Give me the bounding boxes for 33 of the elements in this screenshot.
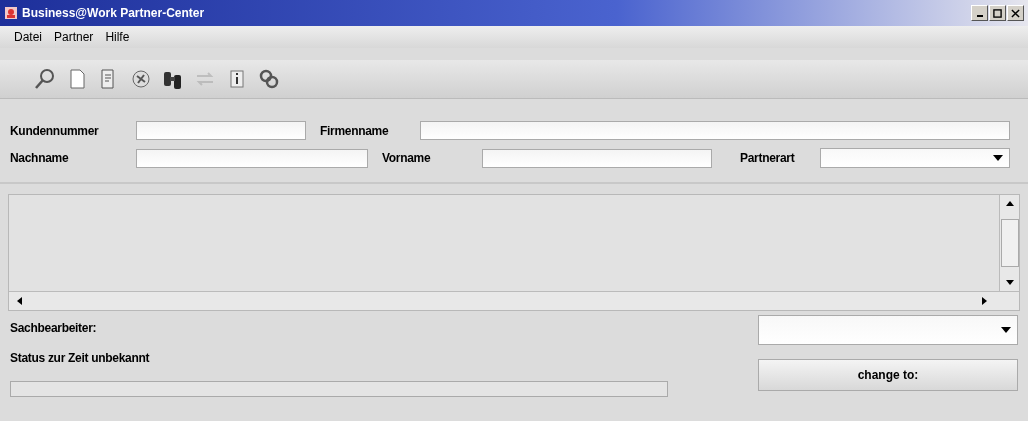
left-arrow-icon[interactable] — [17, 297, 22, 305]
input-field[interactable] — [136, 148, 368, 168]
field-label: Nachname — [10, 151, 70, 165]
input-field[interactable] — [136, 121, 306, 140]
input-field[interactable] — [482, 148, 712, 168]
search-icon — [33, 67, 57, 91]
vertical-scrollbar[interactable] — [999, 195, 1019, 291]
maximize-icon — [993, 8, 1002, 18]
app-icon — [4, 6, 18, 20]
change-button[interactable]: change to: — [758, 359, 1018, 391]
down-arrow-icon[interactable] — [1005, 280, 1014, 285]
right-arrow-icon[interactable] — [982, 297, 987, 305]
maximize-button[interactable] — [989, 5, 1006, 21]
field-label: Kundennummer — [10, 123, 100, 138]
minimize-button[interactable] — [971, 5, 988, 21]
horizontal-scrollbar[interactable] — [9, 291, 1019, 310]
menu-item[interactable]: Hilfe — [105, 30, 130, 44]
caret-icon — [1001, 327, 1011, 333]
minimize-icon — [976, 15, 983, 17]
window-title: Business@Work Partner-Center — [22, 6, 205, 20]
close-icon — [1011, 8, 1020, 18]
input-field[interactable] — [420, 121, 1010, 140]
field-label: Vorname — [382, 151, 432, 165]
menu-item[interactable]: Datei — [14, 30, 42, 44]
field-label: Partnerart — [740, 151, 796, 165]
status-text: Status zur Zeit unbekannt — [10, 351, 151, 365]
gears-icon — [257, 67, 281, 91]
field-label: Firmenname — [320, 123, 390, 138]
clerk-label: Sachbearbeiter: — [10, 321, 98, 335]
caret-icon — [993, 155, 1003, 161]
close-button[interactable] — [1007, 5, 1024, 21]
up-arrow-icon[interactable] — [1005, 201, 1014, 206]
menu-item[interactable]: Partner — [54, 30, 94, 44]
